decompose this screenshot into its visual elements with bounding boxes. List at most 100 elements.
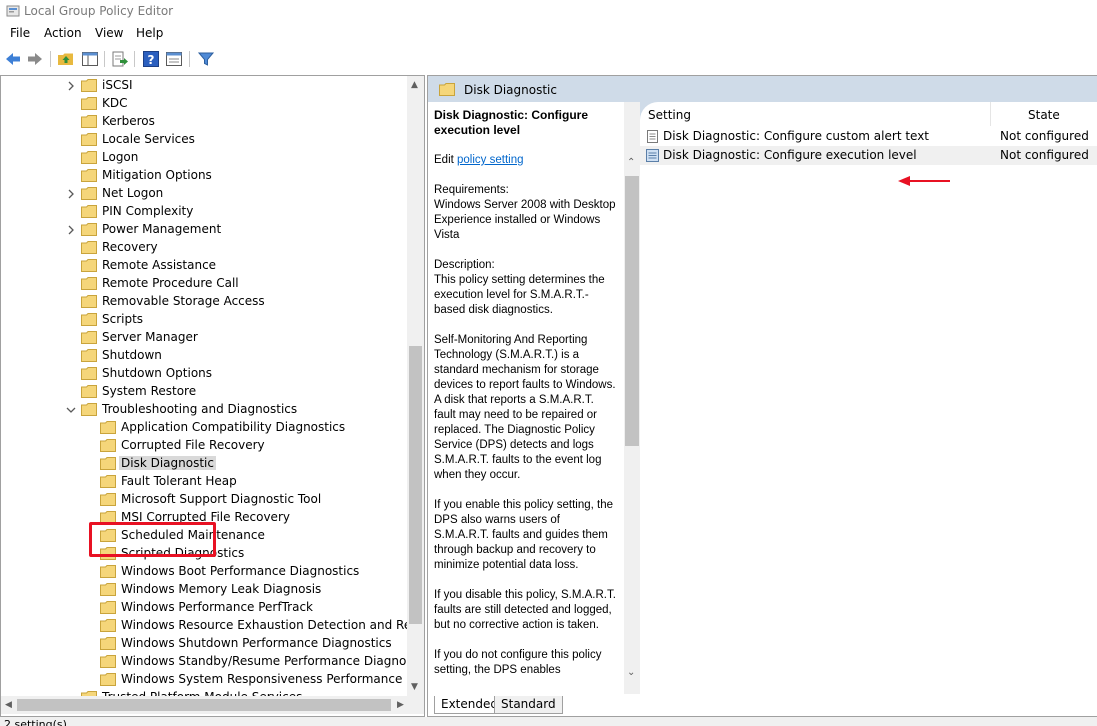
tree-pane[interactable]: iSCSI KDC Kerberos Locale Services Logon Miti… xyxy=(0,75,425,717)
chevron-down-icon[interactable] xyxy=(65,402,77,418)
tree-item-label: Windows Memory Leak Diagnosis xyxy=(121,582,322,596)
details-pane: Disk Diagnostic Disk Diagnostic: Configu… xyxy=(427,75,1097,717)
tree-vertical-scroll-thumb[interactable] xyxy=(409,346,422,624)
filter-icon[interactable] xyxy=(197,50,215,68)
folder-icon xyxy=(81,295,97,308)
edit-policy-setting-link[interactable]: policy setting xyxy=(457,154,523,166)
properties-icon[interactable] xyxy=(165,50,183,68)
menu-action[interactable]: Action xyxy=(44,26,82,40)
tree-item-label: Kerberos xyxy=(102,114,155,128)
folder-icon xyxy=(81,349,97,362)
svg-text:?: ? xyxy=(148,53,155,67)
list-row[interactable]: Disk Diagnostic: Configure custom alert … xyxy=(640,127,1097,146)
tree-item[interactable]: Fault Tolerant Heap xyxy=(1,473,407,491)
description-scroll-thumb[interactable] xyxy=(625,176,639,446)
show-hide-tree-icon[interactable] xyxy=(81,50,99,68)
tree-item[interactable]: MSI Corrupted File Recovery xyxy=(1,509,407,527)
tree-horizontal-scroll-thumb[interactable] xyxy=(17,699,391,711)
tree-horizontal-scrollbar[interactable]: ◀ ▶ xyxy=(1,696,424,714)
tree-item[interactable]: Application Compatibility Diagnostics xyxy=(1,419,407,437)
list-row-selected[interactable]: Disk Diagnostic: Configure execution lev… xyxy=(640,146,1097,165)
tree-item-label: Shutdown Options xyxy=(102,366,213,380)
tree-item[interactable]: Shutdown Options xyxy=(1,365,407,383)
menu-view[interactable]: View xyxy=(95,26,123,40)
tree-item[interactable]: iSCSI xyxy=(1,77,407,95)
folder-icon xyxy=(100,529,116,542)
scroll-up-icon[interactable]: ▲ xyxy=(411,80,418,90)
folder-icon xyxy=(100,619,116,632)
tab-standard[interactable]: Standard xyxy=(494,696,563,714)
folder-icon xyxy=(81,169,97,182)
tree-item[interactable]: Remote Assistance xyxy=(1,257,407,275)
chevron-right-icon[interactable] xyxy=(65,222,77,238)
scroll-left-icon[interactable]: ◀ xyxy=(5,700,12,710)
help-icon[interactable]: ? xyxy=(142,50,160,68)
tree-item[interactable]: Scripts xyxy=(1,311,407,329)
tree-item[interactable]: Scheduled Maintenance xyxy=(1,527,407,545)
tree-item[interactable]: Server Manager xyxy=(1,329,407,347)
description-vertical-scrollbar[interactable]: ⌃ ⌄ xyxy=(624,102,640,694)
tree-item[interactable]: Microsoft Support Diagnostic Tool xyxy=(1,491,407,509)
tree-item[interactable]: Recovery xyxy=(1,239,407,257)
menu-file[interactable]: File xyxy=(10,26,30,40)
tree-item[interactable]: Troubleshooting and Diagnostics xyxy=(1,401,407,419)
scroll-up-icon[interactable]: ⌃ xyxy=(627,158,635,168)
column-header-setting[interactable]: Setting xyxy=(648,108,691,122)
status-bar: 2 setting(s) xyxy=(0,717,1097,726)
tree-item[interactable]: Windows Standby/Resume Performance Diagn… xyxy=(1,653,424,671)
tree-item-label: Power Management xyxy=(102,222,222,236)
column-header-state[interactable]: State xyxy=(1028,108,1060,122)
forward-arrow-icon[interactable] xyxy=(26,50,44,68)
folder-icon xyxy=(100,475,116,488)
column-divider[interactable] xyxy=(990,102,991,126)
menu-help[interactable]: Help xyxy=(136,26,163,40)
folder-icon xyxy=(81,331,97,344)
folder-icon xyxy=(81,223,97,236)
tree-item-label: Fault Tolerant Heap xyxy=(121,474,237,488)
chevron-right-icon[interactable] xyxy=(65,78,77,94)
tree-item[interactable]: Windows Memory Leak Diagnosis xyxy=(1,581,407,599)
toolbar-separator xyxy=(50,51,51,67)
tree-item[interactable]: Logon xyxy=(1,149,407,167)
requirements-text: Requirements: Windows Server 2008 with D… xyxy=(434,184,616,241)
chevron-right-icon[interactable] xyxy=(65,186,77,202)
description-text: This policy setting determines the execu… xyxy=(434,274,605,316)
tree-item-label: Removable Storage Access xyxy=(102,294,265,308)
tree-item[interactable]: Removable Storage Access xyxy=(1,293,407,311)
tree-item[interactable]: Scripted Diagnostics xyxy=(1,545,407,563)
tree-item[interactable]: Locale Services xyxy=(1,131,407,149)
policy-setting-icon xyxy=(646,149,659,162)
export-list-icon[interactable] xyxy=(111,50,129,68)
scroll-down-icon[interactable]: ▼ xyxy=(411,682,418,692)
folder-icon xyxy=(100,637,116,650)
tree-item[interactable]: PIN Complexity xyxy=(1,203,407,221)
folder-icon xyxy=(100,421,116,434)
tree-item[interactable]: Windows Performance PerfTrack xyxy=(1,599,407,617)
tree-item-label: Locale Services xyxy=(102,132,195,146)
tree-item[interactable]: Corrupted File Recovery xyxy=(1,437,407,455)
tree-item-label: Microsoft Support Diagnostic Tool xyxy=(121,492,322,506)
tree-item[interactable]: Mitigation Options xyxy=(1,167,407,185)
tree-item-label: Mitigation Options xyxy=(102,168,212,182)
tree-item[interactable]: Kerberos xyxy=(1,113,407,131)
tree-item[interactable]: Windows Resource Exhaustion Detection an… xyxy=(1,617,424,635)
up-folder-icon[interactable] xyxy=(57,50,75,68)
scroll-down-icon[interactable]: ⌄ xyxy=(627,668,635,678)
tree-vertical-scrollbar[interactable]: ▲ ▼ xyxy=(407,76,424,696)
tree-item[interactable]: Shutdown xyxy=(1,347,407,365)
tree-item[interactable]: Net Logon xyxy=(1,185,407,203)
tree-item[interactable]: Windows System Responsiveness Performanc… xyxy=(1,671,424,689)
tree-item[interactable]: Windows Boot Performance Diagnostics xyxy=(1,563,407,581)
back-arrow-icon[interactable] xyxy=(4,50,22,68)
tree-item[interactable]: Power Management xyxy=(1,221,407,239)
tree-item-label: Disk Diagnostic xyxy=(119,456,216,470)
tree-item-selected[interactable]: Disk Diagnostic xyxy=(1,455,407,473)
tree-item[interactable]: Windows Shutdown Performance Diagnostics xyxy=(1,635,407,653)
folder-icon xyxy=(100,655,116,668)
tree-item[interactable]: System Restore xyxy=(1,383,407,401)
tree-item[interactable]: KDC xyxy=(1,95,407,113)
tree-item[interactable]: Remote Procedure Call xyxy=(1,275,407,293)
tree-item-label: Server Manager xyxy=(102,330,198,344)
tree-item-label: Windows Resource Exhaustion Detection an… xyxy=(121,618,425,632)
scroll-right-icon[interactable]: ▶ xyxy=(397,700,404,710)
